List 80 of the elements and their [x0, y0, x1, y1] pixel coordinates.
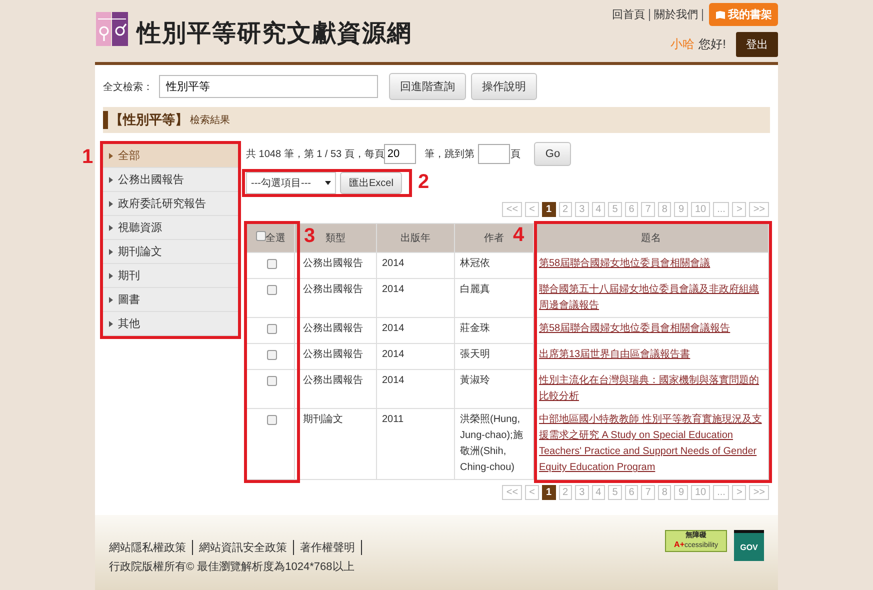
page-label: 頁	[510, 148, 520, 161]
banner-marker	[103, 111, 108, 129]
table-cell: 2011	[382, 414, 404, 425]
search-label: 全文檢索：	[103, 80, 154, 94]
category-item[interactable]: 期刊論文	[103, 240, 238, 264]
per-page-label: 每頁	[364, 148, 384, 161]
caret-icon	[109, 200, 113, 206]
gov-badge[interactable]: GOV	[734, 530, 764, 561]
table-cell: 林冠依	[460, 258, 490, 269]
table-cell: 2014	[382, 349, 404, 360]
table-cell: 公務出國報告	[303, 323, 363, 334]
table-cell: 2014	[382, 284, 404, 295]
row-checkbox[interactable]	[266, 259, 276, 269]
logout-button[interactable]: 登出	[736, 32, 778, 57]
search-option-button[interactable]: 回進階查詢	[389, 73, 466, 100]
caret-icon	[109, 152, 113, 158]
result-label: 檢索結果	[190, 114, 230, 127]
column-header: 出版年	[376, 224, 454, 252]
column-header: 全選	[246, 224, 294, 252]
table-cell: 期刊論文	[303, 414, 343, 425]
copyright-text: 行政院版權所有© 最佳瀏覽解析度為1024*768以上	[109, 560, 356, 574]
table-cell: 公務出國報告	[303, 349, 363, 360]
table-cell: 公務出國報告	[303, 375, 363, 386]
annotation-number: 3	[304, 226, 316, 246]
category-item[interactable]: 政府委託研究報告	[103, 192, 238, 216]
book-icon	[715, 10, 726, 20]
row-checkbox[interactable]	[266, 376, 276, 386]
caret-icon	[109, 320, 113, 326]
table-cell: 公務出國報告	[303, 258, 363, 269]
annotation-number: 1	[82, 147, 94, 167]
per-page-field[interactable]: 20	[384, 144, 416, 164]
result-keyword: 【性別平等】	[110, 111, 188, 129]
caret-icon	[109, 272, 113, 278]
caret-icon	[109, 248, 113, 254]
annotation-number: 2	[418, 172, 430, 192]
table-cell: 莊金珠	[460, 323, 490, 334]
category-item[interactable]: 全部	[103, 144, 238, 168]
caret-icon	[109, 176, 113, 182]
caret-icon	[109, 296, 113, 302]
row-checkbox[interactable]	[266, 415, 276, 425]
search-option-button[interactable]: 操作說明	[471, 73, 537, 100]
category-item[interactable]: 期刊	[103, 264, 238, 288]
search-field[interactable]: 性別平等	[159, 75, 378, 98]
bookshelf-button[interactable]: 我的書架	[709, 3, 778, 26]
row-checkbox[interactable]	[266, 350, 276, 360]
greeting-text: 您好!	[698, 36, 726, 53]
page-field[interactable]	[478, 144, 510, 164]
header-link[interactable]: 回首頁	[608, 8, 650, 20]
table-cell: 2014	[382, 323, 404, 334]
page-link[interactable]: 1	[542, 202, 556, 217]
category-item[interactable]: 圖書	[103, 288, 238, 312]
row-checkbox[interactable]	[266, 285, 276, 295]
jump-label: 筆，跳到第	[424, 148, 474, 161]
table-cell: 2014	[382, 375, 404, 386]
footer-link[interactable]: 著作權聲明	[300, 540, 362, 555]
annotation-number: 4	[513, 225, 524, 245]
result-count: 共 1048 筆，第 1 / 53 頁，	[246, 148, 364, 161]
footer-link[interactable]: 網站資訊安全政策	[199, 540, 294, 555]
table-cell: 公務出國報告	[303, 284, 363, 295]
item-select[interactable]: ---勾選項目---	[246, 172, 336, 194]
row-checkbox[interactable]	[266, 324, 276, 334]
site-title: 性別平等研究文獻資源網	[137, 17, 412, 49]
category-item[interactable]: 視聽資源	[103, 216, 238, 240]
go-button[interactable]: Go	[534, 142, 572, 166]
select-all-checkbox[interactable]	[256, 231, 266, 241]
table-cell: 洪榮照(Hung, Jung-chao);施敬洲(Shih, Ching-chou)	[460, 414, 523, 473]
table-cell: 張天明	[460, 349, 490, 360]
user-name: 小哈	[670, 36, 695, 53]
page-link[interactable]: 1	[542, 485, 556, 500]
table-cell: 2014	[382, 258, 404, 269]
table-cell: 黃淑玲	[460, 375, 490, 386]
dropdown-icon	[325, 181, 331, 185]
table-cell: 白麗真	[460, 284, 490, 295]
header-link[interactable]: 關於我們	[650, 8, 703, 20]
logo-icon	[95, 11, 129, 47]
export-button[interactable]: 匯出Excel	[340, 172, 402, 194]
category-item[interactable]: 其他	[103, 312, 238, 336]
category-item[interactable]: 公務出國報告	[103, 168, 238, 192]
footer-link[interactable]: 網站隱私權政策	[109, 540, 193, 555]
caret-icon	[109, 224, 113, 230]
